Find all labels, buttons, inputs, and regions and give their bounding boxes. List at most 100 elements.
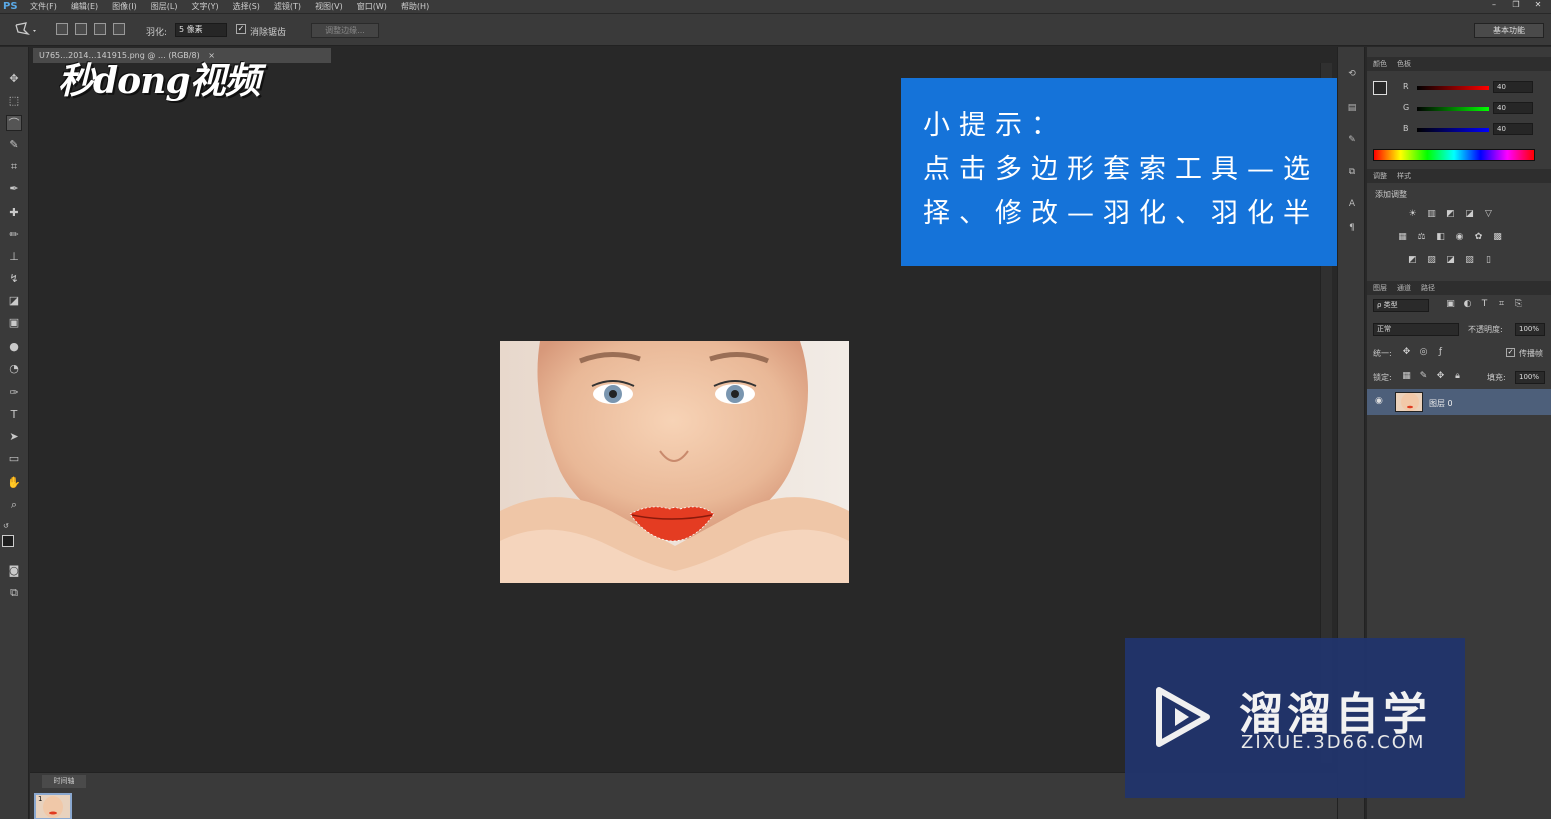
character-panel-icon[interactable]: A (1346, 199, 1358, 211)
history-panel-icon[interactable]: ⟲ (1346, 69, 1358, 81)
red-track[interactable] (1417, 86, 1489, 90)
exposure-icon[interactable]: ◪ (1464, 209, 1475, 220)
posterize-icon[interactable]: ▨ (1426, 255, 1437, 266)
type-tool-icon[interactable]: T (6, 407, 22, 423)
antialias-checkbox[interactable]: ✓ (236, 24, 246, 34)
new-selection-icon[interactable] (56, 23, 68, 35)
polygonal-lasso-icon[interactable] (14, 22, 38, 38)
filter-smart-icon[interactable]: ⎘ (1513, 299, 1524, 310)
tab-paths[interactable]: 路径 (1421, 283, 1435, 293)
restore-button[interactable]: ❐ (1509, 0, 1523, 11)
tab-adjustments[interactable]: 调整 (1373, 171, 1387, 181)
stamp-tool-icon[interactable]: ⊥ (6, 249, 22, 265)
blend-mode-select[interactable]: 正常 (1373, 323, 1459, 336)
quick-select-tool-icon[interactable]: ✎ (6, 137, 22, 153)
path-select-tool-icon[interactable]: ➤ (6, 429, 22, 445)
foreground-color-swatch[interactable] (2, 535, 14, 547)
paragraph-panel-icon[interactable]: ¶ (1346, 223, 1358, 235)
threshold-icon[interactable]: ◪ (1445, 255, 1456, 266)
black-white-icon[interactable]: ◧ (1435, 232, 1446, 243)
feather-input[interactable]: 5 像素 (175, 23, 227, 37)
photo-filter-icon[interactable]: ◉ (1454, 232, 1465, 243)
properties-panel-icon[interactable]: ▤ (1346, 103, 1358, 115)
blue-slider[interactable]: B 40 (1375, 123, 1545, 137)
refine-edge-button[interactable]: 调整边缘... (311, 23, 379, 38)
tab-layers[interactable]: 图层 (1373, 283, 1387, 293)
minimize-button[interactable]: – (1487, 0, 1501, 11)
pen-tool-icon[interactable]: ✑ (6, 385, 22, 401)
intersect-selection-icon[interactable] (113, 23, 125, 35)
blue-track[interactable] (1417, 128, 1489, 132)
brush-tool-icon[interactable]: ✏ (6, 227, 22, 243)
filter-shape-icon[interactable]: ⌗ (1496, 299, 1507, 310)
timeline-frame[interactable]: 1 (34, 793, 72, 819)
gradient-map-icon[interactable]: ▯ (1483, 255, 1494, 266)
eraser-tool-icon[interactable]: ◪ (6, 293, 22, 309)
curves-icon[interactable]: ◩ (1445, 209, 1456, 220)
layer-name[interactable]: 图层 0 (1429, 398, 1453, 409)
menu-file[interactable]: 文件(F) (30, 1, 57, 12)
history-brush-tool-icon[interactable]: ↯ (6, 271, 22, 287)
eye-icon[interactable]: ◉ (1375, 396, 1383, 406)
filter-pixel-icon[interactable]: ▣ (1445, 299, 1456, 310)
hue-saturation-icon[interactable]: ▦ (1397, 232, 1408, 243)
blue-value[interactable]: 40 (1493, 123, 1533, 135)
color-lookup-icon[interactable]: ▩ (1492, 232, 1503, 243)
red-value[interactable]: 40 (1493, 81, 1533, 93)
lasso-tool-icon[interactable]: ⌒ (6, 115, 22, 131)
unify-visibility-icon[interactable]: ◎ (1418, 347, 1429, 358)
menu-filter[interactable]: 滤镜(T) (274, 1, 301, 12)
tab-color[interactable]: 颜色 (1373, 59, 1387, 69)
menu-type[interactable]: 文字(Y) (191, 1, 218, 12)
selective-color-icon[interactable]: ▧ (1464, 255, 1475, 266)
green-slider[interactable]: G 40 (1375, 102, 1545, 116)
zoom-tool-icon[interactable]: ⌕ (6, 497, 22, 513)
timeline-tab[interactable]: 时间轴 (42, 775, 86, 788)
opacity-input[interactable]: 100% (1515, 323, 1545, 336)
tab-styles[interactable]: 样式 (1397, 171, 1411, 181)
clone-source-panel-icon[interactable]: ⧉ (1346, 167, 1358, 179)
lock-position-icon[interactable]: ✥ (1435, 371, 1446, 382)
menu-select[interactable]: 选择(S) (233, 1, 260, 12)
menu-layer[interactable]: 图层(L) (151, 1, 178, 12)
invert-icon[interactable]: ◩ (1407, 255, 1418, 266)
hand-tool-icon[interactable]: ✋ (6, 475, 22, 491)
subtract-selection-icon[interactable] (94, 23, 106, 35)
blur-tool-icon[interactable]: ● (6, 339, 22, 355)
menu-help[interactable]: 帮助(H) (401, 1, 429, 12)
color-balance-icon[interactable]: ⚖ (1416, 232, 1427, 243)
channel-mixer-icon[interactable]: ✿ (1473, 232, 1484, 243)
menu-view[interactable]: 视图(V) (315, 1, 343, 12)
filter-adjust-icon[interactable]: ◐ (1462, 299, 1473, 310)
healing-brush-tool-icon[interactable]: ✚ (6, 205, 22, 221)
green-value[interactable]: 40 (1493, 102, 1533, 114)
dodge-tool-icon[interactable]: ◔ (6, 361, 22, 377)
lock-image-icon[interactable]: ✎ (1418, 371, 1429, 382)
unify-position-icon[interactable]: ✥ (1401, 347, 1412, 358)
propagate-checkbox[interactable]: ✓ (1506, 348, 1515, 357)
layer-filter-select[interactable]: ρ 类型 (1373, 299, 1429, 312)
crop-tool-icon[interactable]: ⌗ (6, 159, 22, 175)
close-button[interactable]: ✕ (1531, 0, 1545, 11)
quick-mask-icon[interactable]: ◙ (6, 563, 22, 579)
menu-image[interactable]: 图像(I) (112, 1, 137, 12)
layer-row[interactable]: ◉ 图层 0 (1367, 389, 1551, 415)
brightness-icon[interactable]: ☀ (1407, 209, 1418, 220)
eyedropper-tool-icon[interactable]: ✒ (6, 181, 22, 197)
lock-transparent-icon[interactable]: ▦ (1401, 371, 1412, 382)
gradient-tool-icon[interactable]: ▣ (6, 315, 22, 331)
screen-mode-icon[interactable]: ⧉ (6, 585, 22, 601)
tab-swatches[interactable]: 色板 (1397, 59, 1411, 69)
swap-colors-icon[interactable]: ↺ (3, 522, 13, 532)
red-slider[interactable]: R 40 (1375, 81, 1545, 95)
shape-tool-icon[interactable]: ▭ (6, 451, 22, 467)
fill-input[interactable]: 100% (1515, 371, 1545, 384)
green-track[interactable] (1417, 107, 1489, 111)
lock-all-icon[interactable]: 🔒︎ (1452, 371, 1463, 382)
vibrance-icon[interactable]: ▽ (1483, 209, 1494, 220)
filter-type-icon[interactable]: T (1479, 299, 1490, 310)
color-spectrum-bar[interactable] (1373, 149, 1535, 161)
move-tool-icon[interactable]: ✥ (6, 71, 22, 87)
unify-style-icon[interactable]: ƒ (1435, 347, 1446, 358)
brush-panel-icon[interactable]: ✎ (1346, 135, 1358, 147)
